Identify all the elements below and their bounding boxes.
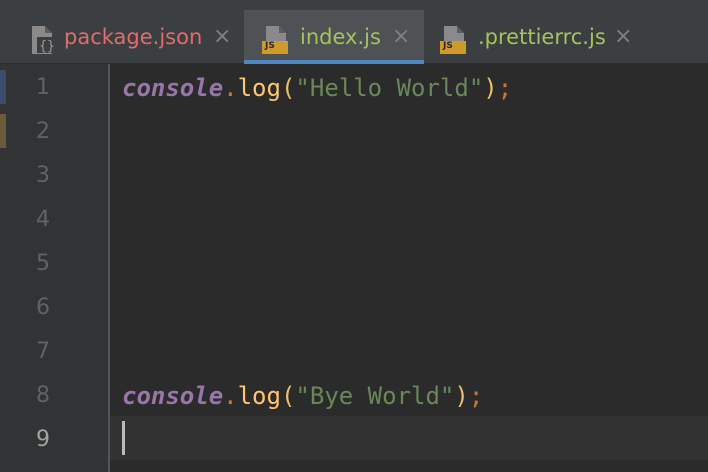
editor-tab-bar: {} package.json × JS index.js × JS .pret… — [0, 0, 708, 64]
tab-label: index.js — [300, 25, 381, 49]
close-tab-icon[interactable]: × — [213, 10, 231, 64]
tab-index-js[interactable]: JS index.js × — [244, 10, 424, 64]
line-number: 3 — [36, 163, 50, 188]
svg-text:{}: {} — [39, 39, 55, 54]
tab-label: package.json — [64, 25, 203, 49]
line-number: 2 — [36, 119, 50, 144]
ide-window: {} package.json × JS index.js × JS .pret… — [0, 0, 708, 472]
line-number: 1 — [36, 75, 50, 100]
js-badge: JS — [443, 41, 453, 51]
line-number-current: 9 — [36, 427, 50, 452]
tab-prettierrc-js[interactable]: JS .prettierrc.js × — [424, 10, 644, 64]
line-number: 6 — [36, 295, 50, 320]
line-number: 7 — [36, 339, 50, 364]
tab-label: .prettierrc.js — [478, 25, 606, 49]
tab-package-json[interactable]: {} package.json × — [0, 10, 244, 64]
js-badge: JS — [265, 41, 275, 51]
json-file-icon: {} — [28, 21, 58, 54]
line-number: 5 — [36, 251, 50, 276]
line-number: 4 — [36, 207, 50, 232]
line-number: 8 — [36, 383, 50, 408]
close-tab-icon[interactable]: × — [614, 10, 632, 64]
code-editor-area[interactable] — [110, 64, 708, 472]
close-tab-icon[interactable]: × — [392, 10, 410, 64]
